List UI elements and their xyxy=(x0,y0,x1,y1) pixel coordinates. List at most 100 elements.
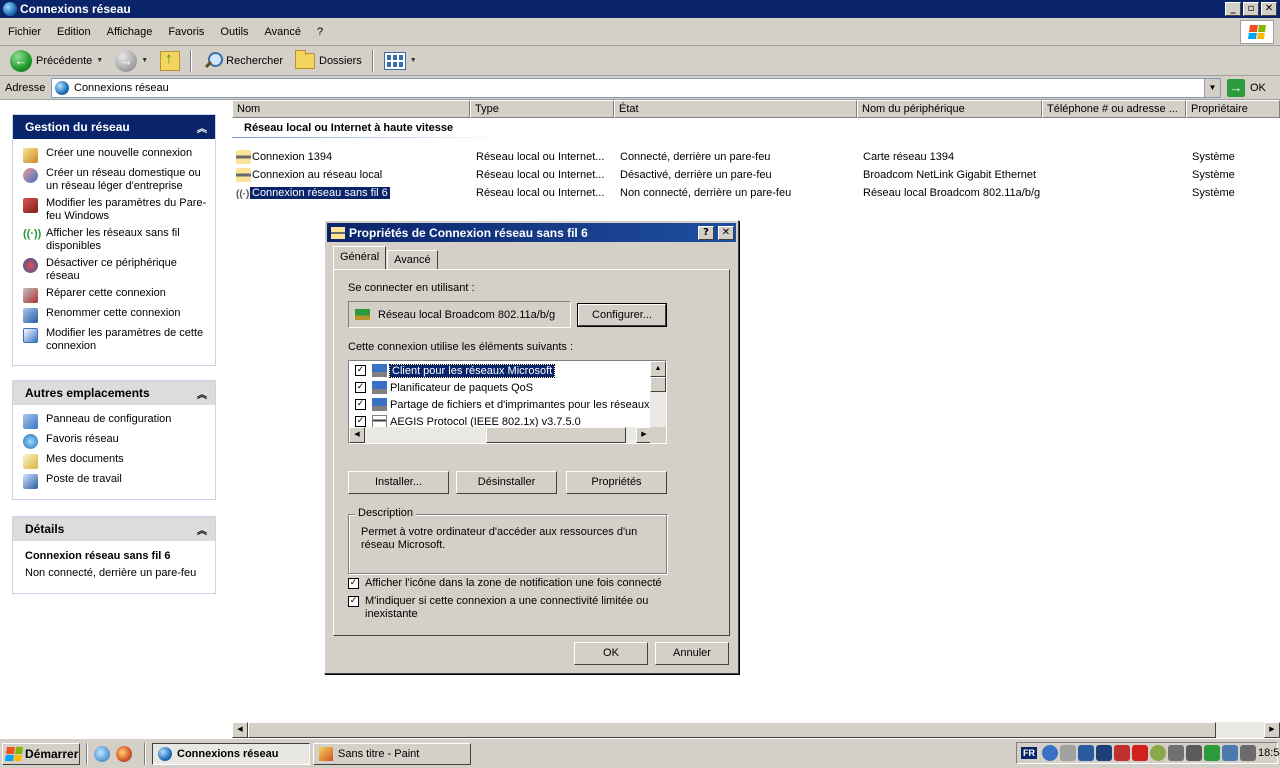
notify-checkbox-row[interactable]: ✓ Afficher l'icône dans la zone de notif… xyxy=(348,577,662,589)
close-dialog-button[interactable]: ✕ xyxy=(718,225,734,240)
collapse-chevron-icon[interactable]: ︽ xyxy=(197,386,207,401)
task-disable-device[interactable]: Désactiver ce périphérique réseau xyxy=(23,257,207,283)
firefox-icon[interactable] xyxy=(116,745,132,762)
place-my-computer[interactable]: Poste de travail xyxy=(23,473,207,489)
back-dropdown-icon[interactable]: ▼ xyxy=(96,57,103,64)
menu-edition[interactable]: Edition xyxy=(49,26,99,38)
taskbar-item-network-connections[interactable]: Connexions réseau xyxy=(152,742,310,765)
table-row[interactable]: ((·)) Connexion réseau sans fil 6 Réseau… xyxy=(232,185,1280,202)
limited-connectivity-checkbox[interactable]: ✓ xyxy=(348,596,359,607)
settings-icon[interactable] xyxy=(1168,745,1184,761)
scroll-up-arrow-icon[interactable]: ▲ xyxy=(650,361,666,377)
notify-checkbox[interactable]: ✓ xyxy=(348,578,359,589)
address-input[interactable]: Connexions réseau ▼ xyxy=(51,77,1221,98)
wireless-tray-icon[interactable] xyxy=(1222,745,1238,761)
table-row[interactable]: Connexion 1394 Réseau local ou Internet.… xyxy=(232,149,1280,166)
column-header-name[interactable]: Nom xyxy=(232,100,470,118)
menu-help[interactable]: ? xyxy=(309,26,331,38)
address-dropdown-icon[interactable]: ▼ xyxy=(1204,78,1220,97)
column-header-phone[interactable]: Téléphone # ou adresse ... xyxy=(1042,100,1186,118)
scheduler-icon xyxy=(372,381,387,394)
antivirus-icon[interactable] xyxy=(1078,745,1094,761)
connection-tray-icon[interactable] xyxy=(1240,745,1256,761)
column-header-owner[interactable]: Propriétaire xyxy=(1186,100,1280,118)
cancel-button[interactable]: Annuler xyxy=(655,642,729,665)
taskbar-item-paint[interactable]: Sans titre - Paint xyxy=(313,742,471,765)
close-window-button[interactable]: ✕ xyxy=(1261,2,1277,16)
details-header[interactable]: Détails ︽ xyxy=(13,517,215,541)
component-checkbox[interactable]: ✓ xyxy=(355,399,366,410)
menu-favoris[interactable]: Favoris xyxy=(160,26,212,38)
scroll-right-arrow-icon[interactable]: ▶ xyxy=(1264,722,1280,738)
scrollbar-thumb[interactable] xyxy=(485,427,626,443)
maximize-button[interactable]: ▫ xyxy=(1243,2,1259,16)
collapse-chevron-icon[interactable]: ︽ xyxy=(197,120,207,135)
forward-dropdown-icon[interactable]: ▼ xyxy=(141,57,148,64)
go-button[interactable]: → OK xyxy=(1227,78,1266,97)
configure-button[interactable]: Configurer... xyxy=(577,303,667,327)
forward-button[interactable]: → ▼ xyxy=(109,48,154,74)
install-button[interactable]: Installer... xyxy=(348,471,449,494)
ok-button[interactable]: OK xyxy=(574,642,648,665)
collapse-chevron-icon[interactable]: ︽ xyxy=(197,522,207,537)
task-home-network[interactable]: Créer un réseau domestique ou un réseau … xyxy=(23,167,207,193)
limited-connectivity-checkbox-row[interactable]: ✓ M'indiquer si cette connexion a une co… xyxy=(348,595,668,621)
place-label: Panneau de configuration xyxy=(46,413,172,425)
folders-button[interactable]: Dossiers xyxy=(289,48,368,74)
language-indicator[interactable]: FR xyxy=(1021,747,1037,759)
task-create-connection[interactable]: Créer une nouvelle connexion xyxy=(23,147,207,163)
place-network-favorites[interactable]: Favoris réseau xyxy=(23,433,207,449)
up-folder-button[interactable] xyxy=(154,48,186,74)
device-icon[interactable] xyxy=(1186,745,1202,761)
scroll-left-arrow-icon[interactable]: ◀ xyxy=(349,427,365,443)
list-item[interactable]: ✓ Planificateur de paquets QoS xyxy=(355,379,533,396)
component-checkbox[interactable]: ✓ xyxy=(355,365,366,376)
tool-icon[interactable] xyxy=(1096,745,1112,761)
search-button[interactable]: Rechercher xyxy=(196,48,289,74)
menu-avance[interactable]: Avancé xyxy=(257,26,310,38)
properties-button[interactable]: Propriétés xyxy=(566,471,667,494)
back-button[interactable]: ← Précédente ▼ xyxy=(4,48,109,74)
sync-icon[interactable] xyxy=(1042,745,1058,761)
start-button[interactable]: Démarrer xyxy=(2,742,80,765)
network-icon[interactable] xyxy=(1060,745,1076,761)
mcafee-icon[interactable] xyxy=(1132,745,1148,761)
list-item[interactable]: ✓ Client pour les réseaux Microsoft xyxy=(355,362,556,379)
list-horizontal-scrollbar[interactable]: ◀ ▶ xyxy=(232,722,1280,738)
scrollbar-thumb[interactable] xyxy=(248,722,1216,738)
task-change-settings[interactable]: Modifier les paramètres de cette connexi… xyxy=(23,327,207,353)
task-rename-connection[interactable]: Renommer cette connexion xyxy=(23,307,207,323)
other-places-header[interactable]: Autres emplacements ︽ xyxy=(13,381,215,405)
safely-remove-icon[interactable] xyxy=(1204,745,1220,761)
internet-explorer-icon[interactable] xyxy=(94,745,110,762)
menu-affichage[interactable]: Affichage xyxy=(99,26,161,38)
shield-icon[interactable] xyxy=(1114,745,1130,761)
place-control-panel[interactable]: Panneau de configuration xyxy=(23,413,207,429)
tab-advanced[interactable]: Avancé xyxy=(387,250,438,269)
task-repair-connection[interactable]: Réparer cette connexion xyxy=(23,287,207,303)
task-wireless-networks[interactable]: ((·)) Afficher les réseaux sans fil dispo… xyxy=(23,227,207,253)
network-tasks-header[interactable]: Gestion du réseau ︽ xyxy=(13,115,215,139)
menu-fichier[interactable]: Fichier xyxy=(0,26,49,38)
components-horizontal-scrollbar[interactable]: ◀ ▶ xyxy=(349,427,652,443)
column-header-type[interactable]: Type xyxy=(470,100,614,118)
column-header-state[interactable]: État xyxy=(614,100,857,118)
column-header-device[interactable]: Nom du périphérique xyxy=(857,100,1042,118)
views-button[interactable]: ▼ xyxy=(378,48,423,74)
scrollbar-thumb[interactable] xyxy=(650,377,666,392)
components-list[interactable]: ✓ Client pour les réseaux Microsoft ✓ Pl… xyxy=(348,360,667,444)
uninstall-button[interactable]: Désinstaller xyxy=(456,471,557,494)
list-item[interactable]: ✓ Partage de fichiers et d'imprimantes p… xyxy=(355,396,662,413)
component-checkbox[interactable]: ✓ xyxy=(355,382,366,393)
tab-general[interactable]: Général xyxy=(333,246,387,269)
status-icon[interactable] xyxy=(1150,745,1166,761)
scroll-left-arrow-icon[interactable]: ◀ xyxy=(232,722,248,738)
menu-outils[interactable]: Outils xyxy=(212,26,256,38)
task-firewall-settings[interactable]: Modifier les paramètres du Pare-feu Wind… xyxy=(23,197,207,223)
place-my-documents[interactable]: Mes documents xyxy=(23,453,207,469)
minimize-button[interactable]: _ xyxy=(1225,2,1241,16)
component-checkbox[interactable]: ✓ xyxy=(355,416,366,427)
table-row[interactable]: Connexion au réseau local Réseau local o… xyxy=(232,167,1280,184)
help-button[interactable]: ? xyxy=(698,225,714,240)
components-vertical-scrollbar[interactable]: ▲ xyxy=(650,361,666,427)
